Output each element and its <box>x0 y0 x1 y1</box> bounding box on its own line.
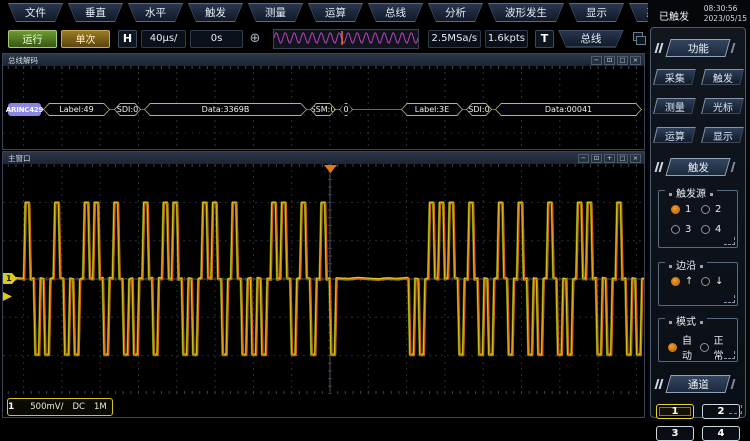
acquire-button[interactable]: 采集 <box>653 69 696 85</box>
radio-source-2[interactable]: 2 <box>701 204 731 215</box>
main-zoom-in-icon[interactable]: + <box>604 154 615 163</box>
horizontal-key-button[interactable]: H <box>118 30 137 48</box>
trigger-state-label: 已触发 <box>659 4 689 23</box>
bus-close-icon[interactable]: × <box>630 56 641 65</box>
radio-icon <box>668 343 677 352</box>
menu-math[interactable]: 运算 <box>308 3 363 22</box>
decode-segment[interactable]: Data:00041 <box>495 103 642 116</box>
main-close-icon[interactable]: × <box>630 154 641 163</box>
group-label: 触发源 <box>665 185 717 200</box>
function-header: 功能 <box>665 39 730 57</box>
trigger-source-group: 触发源 1 2 3 4 <box>658 190 738 248</box>
bus-window-titlebar[interactable]: 总线解码 − ⊡ □ × <box>3 54 644 66</box>
radio-icon <box>671 225 680 234</box>
math-button[interactable]: 运算 <box>653 127 696 143</box>
menu-waveform-gen[interactable]: 波形发生 <box>488 3 564 22</box>
main-restore-icon[interactable]: ⊡ <box>591 154 602 163</box>
main-minimize-icon[interactable]: − <box>578 154 589 163</box>
time-label: 08:30:56 <box>704 4 747 14</box>
cursor-button[interactable]: 光标 <box>701 98 744 114</box>
display-button[interactable]: 显示 <box>701 127 744 143</box>
channel-header: 通道 <box>665 375 730 393</box>
menu-analysis[interactable]: 分析 <box>428 3 483 22</box>
mode-group: 模式 自动 正常 <box>658 318 738 362</box>
horizontal-offset-value[interactable]: 0s <box>190 30 243 48</box>
radio-source-3[interactable]: 3 <box>671 224 701 235</box>
protocol-badge[interactable]: ARINC429 <box>8 103 41 116</box>
trigger-button[interactable]: 触发 <box>701 69 744 85</box>
waveform-display[interactable]: 1 <box>3 164 644 394</box>
menu-vertical[interactable]: 垂直 <box>68 3 123 22</box>
group-label: 模式 <box>665 313 707 328</box>
clock: 08:30:56 2023/05/15 <box>704 4 747 23</box>
waveform-preview[interactable] <box>273 29 419 49</box>
radio-icon <box>701 205 710 214</box>
bus-restore-icon[interactable]: ⊡ <box>604 56 615 65</box>
channel-buttons: 1 2 3 4 <box>651 404 745 441</box>
decode-segment[interactable]: Label:49 <box>43 103 110 116</box>
main-window-titlebar[interactable]: 主窗口 − ⊡ + □ × <box>3 152 644 164</box>
channel1-badge[interactable]: 1 500mV/ DC 1M <box>7 398 113 416</box>
radio-mode-normal[interactable]: 正常 <box>700 332 732 362</box>
sample-rate-value: 2.5MSa/s <box>428 30 481 48</box>
channel-scale: 500mV/ <box>30 402 63 412</box>
menu-measure[interactable]: 测量 <box>248 3 303 22</box>
status-area: 已触发 08:30:56 2023/05/15 <box>648 0 750 23</box>
memory-depth-value: 1.6kpts <box>485 30 528 48</box>
bus-decode-window: 总线解码 − ⊡ □ × ARINC429 Label:49 SDI:0 Dat… <box>2 53 645 150</box>
menu-horizontal[interactable]: 水平 <box>128 3 183 22</box>
radio-icon <box>671 205 680 214</box>
run-button[interactable]: 运行 <box>8 30 57 48</box>
group-label: 边沿 <box>665 257 707 272</box>
decode-segment[interactable]: Label:3E <box>401 103 463 116</box>
menu-trigger[interactable]: 触发 <box>188 3 243 22</box>
menu-display[interactable]: 显示 <box>569 3 624 22</box>
timebase-value[interactable]: 40μs/ <box>141 30 186 48</box>
bus-window-title: 总线解码 <box>8 55 38 66</box>
preview-sine-icon <box>274 30 418 46</box>
edge-group: 边沿 ↑ ↓ <box>658 262 738 306</box>
main-window-title: 主窗口 <box>8 153 31 164</box>
arrange-windows-icon[interactable] <box>633 32 646 45</box>
channel-2-button[interactable]: 2 <box>702 404 740 419</box>
radio-mode-auto[interactable]: 自动 <box>668 332 700 362</box>
menu-file[interactable]: 文件 <box>8 3 63 22</box>
control-panel: 功能 采集 触发 测量 光标 运算 显示 触发 触发源 1 2 3 4 边沿 ↑… <box>650 27 746 418</box>
channel-3-button[interactable]: 3 <box>656 426 694 441</box>
radio-icon <box>700 343 709 352</box>
bus-decode-area[interactable]: ARINC429 Label:49 SDI:0 Data:3369B SSM:0… <box>3 66 644 149</box>
radio-icon <box>671 277 680 286</box>
main-window: 主窗口 − ⊡ + □ × 1 1 500mV/ DC 1M <box>2 151 645 418</box>
radio-source-4[interactable]: 4 <box>701 224 731 235</box>
menu-bar: 文件 垂直 水平 触发 测量 运算 总线 分析 波形发生 显示 系统 <box>0 0 646 25</box>
radio-icon <box>701 277 710 286</box>
channel-4-button[interactable]: 4 <box>702 426 740 441</box>
channel-1-button[interactable]: 1 <box>656 404 694 419</box>
main-window-footer: 1 500mV/ DC 1M <box>3 394 644 418</box>
toolbar: 运行 单次 H 40μs/ 0s ⊕ 2.5MSa/s 1.6kpts T 总线 <box>0 26 646 51</box>
channel-number: 1 <box>8 402 14 412</box>
channel-coupling: DC <box>72 402 84 412</box>
bus-toolbar-button[interactable]: 总线 <box>558 30 624 48</box>
single-button[interactable]: 单次 <box>61 30 110 48</box>
trigger-header: 触发 <box>665 158 730 176</box>
decode-segment[interactable]: Data:3369B <box>144 103 307 116</box>
side-panel: 已触发 08:30:56 2023/05/15 功能 采集 触发 测量 光标 运… <box>648 0 750 421</box>
date-label: 2023/05/15 <box>704 14 747 24</box>
bus-maximize-icon[interactable]: □ <box>617 56 628 65</box>
waveform-plot <box>3 164 644 394</box>
menu-bus[interactable]: 总线 <box>368 3 423 22</box>
trigger-key-button[interactable]: T <box>535 30 554 48</box>
radio-icon <box>701 225 710 234</box>
main-maximize-icon[interactable]: □ <box>617 154 628 163</box>
zoom-icon[interactable]: ⊕ <box>247 30 263 47</box>
function-buttons: 采集 触发 测量 光标 运算 显示 <box>651 69 745 143</box>
radio-edge-rising[interactable]: ↑ <box>671 276 701 287</box>
radio-source-1[interactable]: 1 <box>671 204 701 215</box>
measure-button[interactable]: 测量 <box>653 98 696 114</box>
bus-minimize-icon[interactable]: − <box>591 56 602 65</box>
radio-edge-falling[interactable]: ↓ <box>701 276 731 287</box>
channel-impedance: 1M <box>94 402 107 412</box>
